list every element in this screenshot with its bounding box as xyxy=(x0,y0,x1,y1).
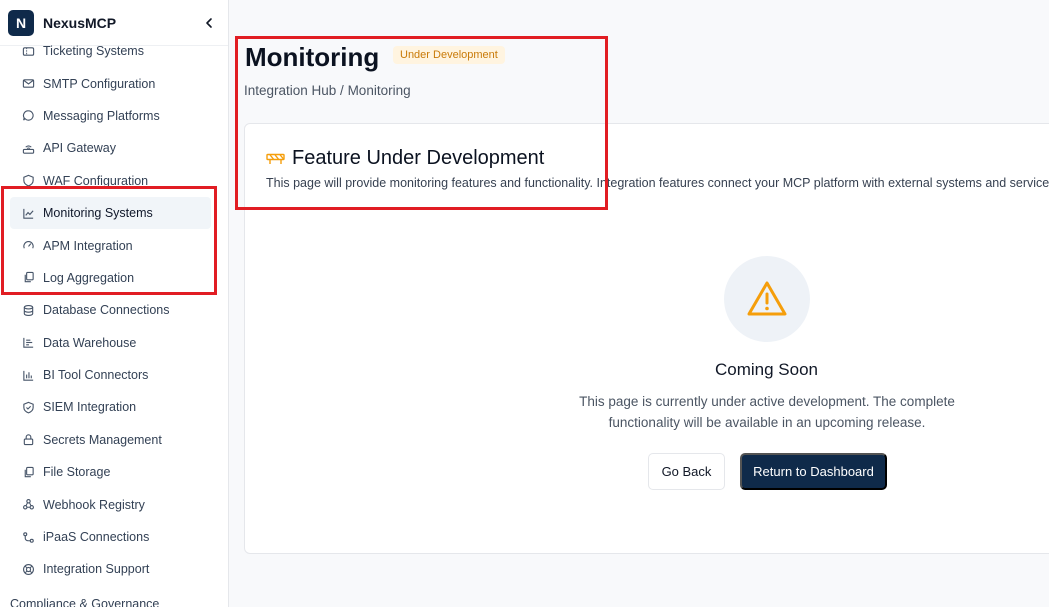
line-chart-icon xyxy=(21,206,35,220)
share-icon xyxy=(21,530,35,544)
warning-triangle-icon xyxy=(747,281,787,316)
card-description: This page will provide monitoring featur… xyxy=(266,176,1049,190)
router-icon xyxy=(21,141,35,155)
sidebar-item-label: APM Integration xyxy=(43,238,133,253)
sidebar-item-api-gateway[interactable]: API Gateway xyxy=(0,132,228,164)
sidebar-item-ipaas-connections[interactable]: iPaaS Connections xyxy=(0,521,228,553)
sidebar-item-waf-configuration[interactable]: WAF Configuration xyxy=(0,165,228,197)
sidebar-item-database-connections[interactable]: Database Connections xyxy=(0,294,228,326)
lifebuoy-icon xyxy=(21,562,35,576)
sidebar-item-webhook-registry[interactable]: Webhook Registry xyxy=(0,488,228,520)
sidebar-item-label: Log Aggregation xyxy=(43,270,135,285)
bars-icon xyxy=(21,336,35,350)
sidebar: N NexusMCP Ticketing Systems SMTP Config… xyxy=(0,0,229,607)
shield-icon xyxy=(21,174,35,188)
sidebar-item-monitoring-systems[interactable]: Monitoring Systems xyxy=(10,196,211,230)
sidebar-item-label: BI Tool Connectors xyxy=(43,368,149,383)
warning-badge xyxy=(724,256,810,342)
main-content: Monitoring Under Development Integration… xyxy=(229,0,1049,607)
brand-name: NexusMCP xyxy=(43,14,117,31)
webhook-icon xyxy=(21,498,35,512)
files-icon xyxy=(21,465,35,479)
return-to-dashboard-button[interactable]: Return to Dashboard xyxy=(740,453,887,490)
sidebar-item-label: Monitoring Systems xyxy=(43,206,153,221)
sidebar-item-smtp-configuration[interactable]: SMTP Configuration xyxy=(0,67,228,99)
coming-soon-title: Coming Soon xyxy=(714,360,818,379)
sidebar-item-label: Webhook Registry xyxy=(43,497,145,512)
files-icon xyxy=(21,271,35,285)
construction-icon xyxy=(266,149,286,169)
sidebar-item-ticketing-systems[interactable]: Ticketing Systems xyxy=(0,35,228,67)
sidebar-item-log-aggregation[interactable]: Log Aggregation xyxy=(0,262,228,294)
gauge-icon xyxy=(21,239,35,253)
breadcrumb: Integration Hub / Monitoring xyxy=(244,83,411,98)
card-title: Feature Under Development xyxy=(266,147,544,170)
ticket-icon xyxy=(21,44,35,58)
sidebar-item-label: API Gateway xyxy=(43,141,116,156)
chevron-left-icon xyxy=(206,17,212,28)
coming-soon-text: This page is currently under active deve… xyxy=(579,394,955,430)
sidebar-item-label: Integration Support xyxy=(43,562,150,577)
brand-logo: N xyxy=(8,9,34,36)
sidebar-item-apm-integration[interactable]: APM Integration xyxy=(0,229,228,261)
bar-chart-icon xyxy=(21,368,35,382)
chat-icon xyxy=(21,109,35,123)
database-icon xyxy=(21,303,35,317)
sidebar-section-compliance[interactable]: Compliance & Governance xyxy=(10,597,159,607)
mail-icon xyxy=(21,77,35,91)
shield-check-icon xyxy=(21,400,35,414)
sidebar-item-data-warehouse[interactable]: Data Warehouse xyxy=(0,327,228,359)
collapse-sidebar-button[interactable] xyxy=(200,14,218,32)
sidebar-item-siem-integration[interactable]: SIEM Integration xyxy=(0,391,228,423)
sidebar-item-label: SIEM Integration xyxy=(43,400,137,415)
sidebar-item-label: Data Warehouse xyxy=(43,335,137,350)
sidebar-nav: Ticketing Systems SMTP Configuration Mes… xyxy=(0,35,228,586)
page-title: Monitoring xyxy=(245,42,380,72)
sidebar-item-label: Messaging Platforms xyxy=(43,108,160,123)
sidebar-item-messaging-platforms[interactable]: Messaging Platforms xyxy=(0,100,228,132)
sidebar-item-secrets-management[interactable]: Secrets Management xyxy=(0,424,228,456)
status-badge: Under Development xyxy=(393,46,505,64)
sidebar-item-label: Database Connections xyxy=(43,303,170,318)
lock-icon xyxy=(21,433,35,447)
sidebar-item-label: Secrets Management xyxy=(43,432,162,447)
card-title-text: Feature Under Development xyxy=(292,147,545,169)
go-back-button[interactable]: Go Back xyxy=(648,453,725,490)
sidebar-item-label: iPaaS Connections xyxy=(43,530,150,545)
sidebar-item-label: SMTP Configuration xyxy=(43,76,156,91)
sidebar-item-label: WAF Configuration xyxy=(43,173,149,188)
sidebar-item-label: File Storage xyxy=(43,465,111,480)
sidebar-item-bi-tool-connectors[interactable]: BI Tool Connectors xyxy=(0,359,228,391)
sidebar-item-label: Ticketing Systems xyxy=(43,44,144,59)
sidebar-item-integration-support[interactable]: Integration Support xyxy=(0,553,228,585)
sidebar-item-file-storage[interactable]: File Storage xyxy=(0,456,228,488)
feature-card: Feature Under Development This page will… xyxy=(244,123,1049,554)
